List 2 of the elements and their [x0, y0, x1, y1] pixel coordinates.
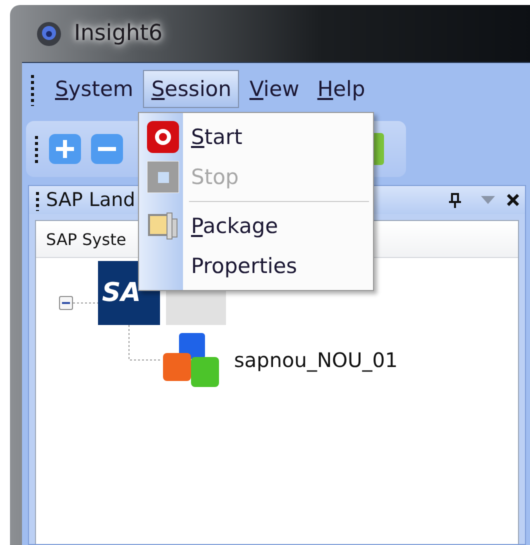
- window-title: Insight6: [74, 21, 163, 46]
- panel-title: SAP Land: [46, 189, 136, 211]
